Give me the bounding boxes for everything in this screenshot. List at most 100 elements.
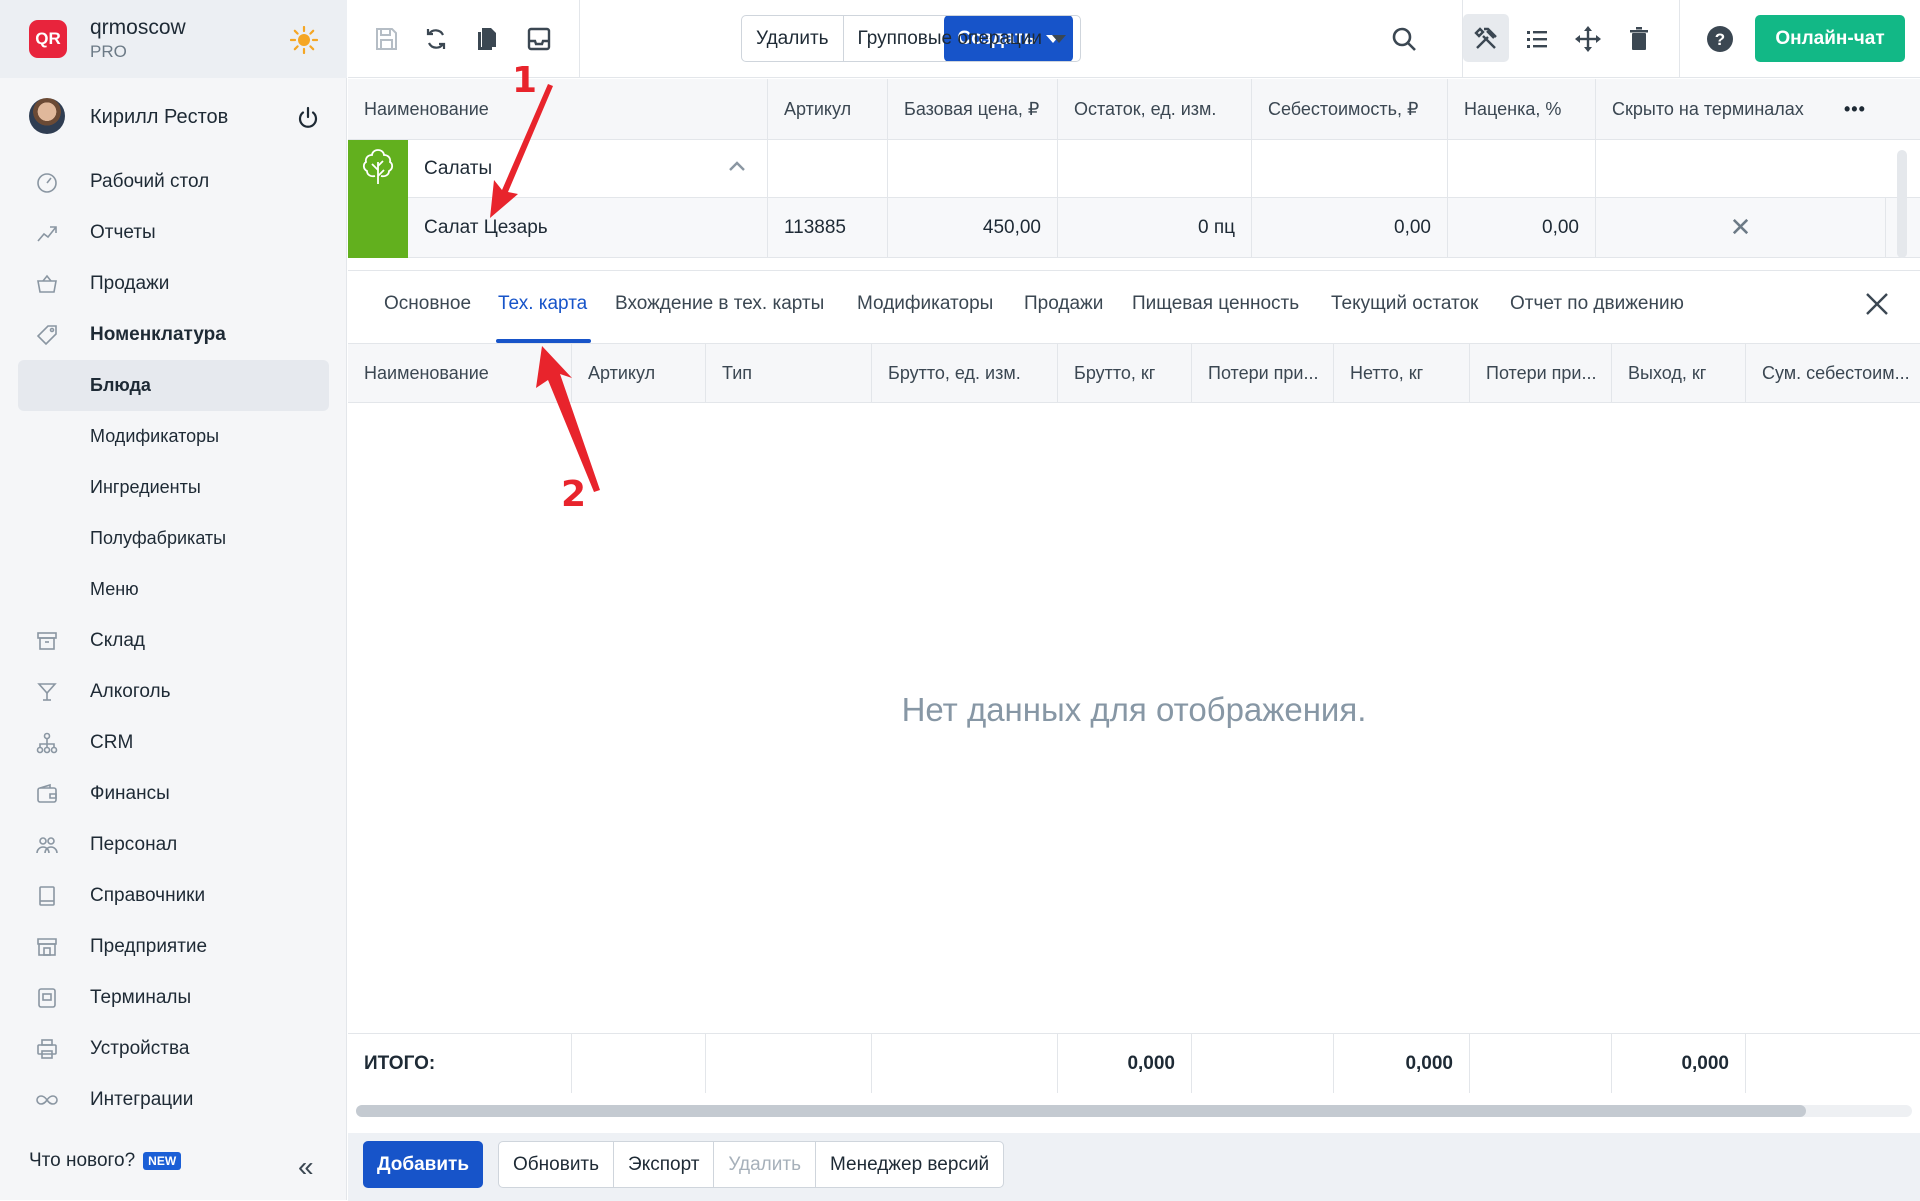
- sidebar-item-label: Модификаторы: [90, 426, 220, 446]
- column-header[interactable]: Брутто, ед. изм.: [872, 344, 1058, 402]
- action-group: Удалить Групповые операции: [741, 15, 1082, 62]
- power-icon[interactable]: [296, 106, 320, 130]
- copy-icon[interactable]: [473, 25, 501, 53]
- total-brutto-kg: 0,000: [1058, 1034, 1192, 1093]
- list-icon[interactable]: [1523, 25, 1551, 53]
- column-header[interactable]: Нетто, кг: [1334, 344, 1470, 402]
- column-header[interactable]: Сум. себестоим...: [1746, 344, 1920, 402]
- sidebar-subitem-dishes[interactable]: Блюда: [18, 360, 329, 411]
- detail-tabs: Основное Тех. карта Вхождение в тех. кар…: [348, 271, 1920, 343]
- sidebar-item-warehouse[interactable]: Склад: [0, 615, 347, 666]
- online-chat-button[interactable]: Онлайн-чат: [1755, 15, 1905, 62]
- column-header[interactable]: Потери при...: [1470, 344, 1612, 402]
- sidebar-item-devices[interactable]: Устройства: [0, 1023, 347, 1074]
- column-header[interactable]: Наценка, %: [1448, 79, 1596, 139]
- refresh-icon[interactable]: [422, 25, 450, 53]
- tab-main[interactable]: Основное: [384, 293, 471, 315]
- sidebar-item-staff[interactable]: Персонал: [0, 819, 347, 870]
- delete-button[interactable]: Удалить: [742, 16, 843, 61]
- sidebar-item-label: Ингредиенты: [90, 477, 201, 497]
- sidebar-item-label: Устройства: [90, 1037, 190, 1059]
- column-header[interactable]: Наименование: [348, 79, 768, 139]
- column-header[interactable]: Остаток, ед. изм.: [1058, 79, 1252, 139]
- column-header[interactable]: Артикул: [768, 79, 888, 139]
- tab-nutrition[interactable]: Пищевая ценность: [1132, 293, 1299, 315]
- totals-row: ИТОГО: 0,000 0,000 0,000: [348, 1033, 1920, 1093]
- version-manager-button[interactable]: Менеджер версий: [814, 1142, 1003, 1187]
- user-profile[interactable]: Кирилл Рестов: [0, 94, 347, 142]
- scrollbar-thumb[interactable]: [356, 1105, 1806, 1117]
- dashboard-icon: [37, 173, 57, 193]
- move-icon[interactable]: [1574, 25, 1602, 53]
- refresh-button[interactable]: Обновить: [499, 1142, 613, 1187]
- tab-modifiers[interactable]: Модификаторы: [857, 293, 993, 315]
- column-header[interactable]: Скрыто на терминалах: [1596, 79, 1858, 139]
- sku-cell: 113885: [768, 198, 888, 257]
- chart-icon: [37, 226, 57, 242]
- vertical-scrollbar[interactable]: [1897, 150, 1907, 258]
- tab-tech-card[interactable]: Тех. карта: [498, 293, 587, 315]
- sidebar-subitem-ingredients[interactable]: Ингредиенты: [0, 462, 347, 513]
- chevron-up-icon[interactable]: [728, 160, 746, 172]
- sidebar-item-nomenclature[interactable]: Номенклатура: [0, 309, 347, 360]
- add-button[interactable]: Добавить: [363, 1141, 483, 1188]
- whats-new-link[interactable]: Что нового? NEW: [29, 1150, 182, 1172]
- column-header[interactable]: Артикул: [572, 344, 706, 402]
- table-cell: [572, 1034, 706, 1093]
- empty-state: Нет данных для отображения.: [901, 691, 1367, 728]
- sidebar-subitem-menu[interactable]: Меню: [0, 564, 347, 615]
- sidebar-item-enterprise[interactable]: Предприятие: [0, 921, 347, 972]
- tab-sales[interactable]: Продажи: [1024, 293, 1103, 315]
- sidebar-item-dashboard[interactable]: Рабочий стол: [0, 156, 347, 207]
- sidebar-item-terminals[interactable]: Терминалы: [0, 972, 347, 1023]
- table-cell: [768, 140, 888, 197]
- collapse-sidebar-icon[interactable]: «: [298, 1151, 314, 1183]
- tools-icon[interactable]: [1472, 25, 1500, 53]
- sidebar-item-reports[interactable]: Отчеты: [0, 207, 347, 258]
- total-label: ИТОГО:: [348, 1034, 572, 1093]
- sidebar-item-crm[interactable]: CRM: [0, 717, 347, 768]
- group-ops-button[interactable]: Групповые операции: [842, 16, 1080, 61]
- tab-movement-report[interactable]: Отчет по движению: [1510, 293, 1684, 315]
- sidebar-item-directories[interactable]: Справочники: [0, 870, 347, 921]
- table-cell: [872, 1034, 1058, 1093]
- box-icon: [37, 632, 57, 650]
- theme-sun-icon[interactable]: [290, 26, 318, 54]
- sidebar-item-alcohol[interactable]: Алкоголь: [0, 666, 347, 717]
- sidebar-item-label: Полуфабрикаты: [90, 528, 227, 548]
- export-button[interactable]: Экспорт: [613, 1142, 713, 1187]
- search-icon[interactable]: [1390, 25, 1418, 53]
- table-row[interactable]: Салат Цезарь 113885 450,00 0 пц 0,00 0,0…: [348, 198, 1920, 258]
- table-cell: [1252, 140, 1448, 197]
- tab-tech-card-usage[interactable]: Вхождение в тех. карты: [615, 293, 824, 315]
- stock-cell: 0 пц: [1058, 198, 1252, 257]
- sidebar-item-finance[interactable]: Финансы: [0, 768, 347, 819]
- sidebar-nav: Рабочий стол Отчеты Продажи Номенклатура…: [0, 156, 347, 1125]
- column-header[interactable]: Тип: [706, 344, 872, 402]
- inbox-icon[interactable]: [525, 25, 553, 53]
- save-icon[interactable]: [372, 25, 400, 53]
- sidebar-item-sales[interactable]: Продажи: [0, 258, 347, 309]
- table-cell: [1058, 140, 1252, 197]
- detail-panel: Основное Тех. карта Вхождение в тех. кар…: [348, 270, 1920, 1201]
- sidebar-item-integrations[interactable]: Интеграции: [0, 1074, 347, 1125]
- close-icon[interactable]: [1864, 291, 1890, 317]
- column-header[interactable]: Наименование: [348, 344, 572, 402]
- more-columns-icon[interactable]: •••: [1828, 79, 1898, 139]
- sidebar-subitem-modifiers[interactable]: Модификаторы: [0, 411, 347, 462]
- column-header[interactable]: Себестоимость, ₽: [1252, 79, 1448, 139]
- help-icon[interactable]: ?: [1706, 25, 1734, 53]
- trash-icon[interactable]: [1625, 25, 1653, 53]
- tag-icon: [36, 325, 57, 346]
- column-header[interactable]: Базовая цена, ₽: [888, 79, 1058, 139]
- horizontal-scrollbar[interactable]: [356, 1105, 1912, 1117]
- column-header[interactable]: Потери при...: [1192, 344, 1334, 402]
- column-header[interactable]: Выход, кг: [1612, 344, 1746, 402]
- glass-icon: [37, 683, 57, 701]
- table-group-row[interactable]: Салаты: [348, 140, 1920, 198]
- group-color-block: [348, 140, 408, 258]
- sidebar-subitem-semifinished[interactable]: Полуфабрикаты: [0, 513, 347, 564]
- basket-icon: [37, 274, 57, 293]
- column-header[interactable]: Брутто, кг: [1058, 344, 1192, 402]
- tab-current-stock[interactable]: Текущий остаток: [1331, 293, 1478, 315]
